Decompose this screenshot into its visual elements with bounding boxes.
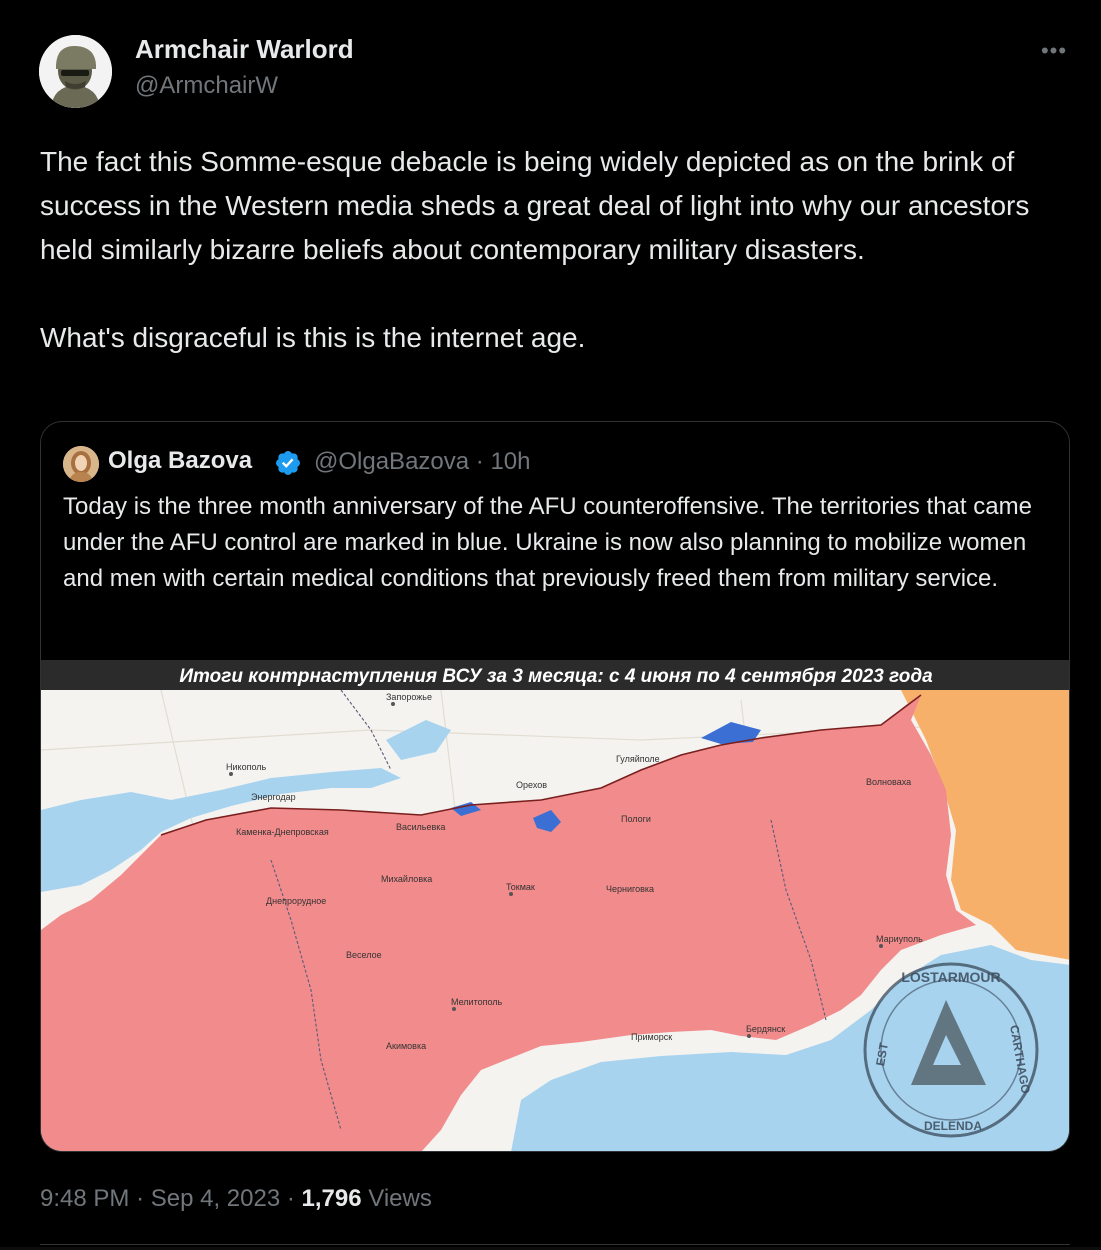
views-count: 1,796 xyxy=(301,1185,362,1212)
tweet-date[interactable]: Sep 4, 2023 xyxy=(151,1185,280,1212)
map-city-label: Запорожье xyxy=(386,692,432,702)
watermark-word: LOSTARMOUR xyxy=(901,969,1000,985)
views-label: Views xyxy=(368,1185,432,1212)
map-city-label: Михайловка xyxy=(381,874,432,884)
map-city-label: Васильевка xyxy=(396,822,445,832)
author-handle[interactable]: @ArmchairW xyxy=(135,72,278,100)
soldier-avatar-icon xyxy=(39,35,112,108)
author-avatar[interactable] xyxy=(39,35,112,108)
map-city-label: Никополь xyxy=(226,762,267,772)
counteroffensive-map-image[interactable]: Итоги контрнаступления ВСУ за 3 месяца: … xyxy=(41,660,1069,1151)
map-city-label: Энергодар xyxy=(251,792,296,802)
portrait-avatar-icon xyxy=(63,446,99,482)
map-city-label: Веселое xyxy=(346,950,382,960)
map-city-label: Приморск xyxy=(631,1032,672,1042)
quoted-author-name[interactable]: Olga Bazova xyxy=(108,447,252,475)
tweet-paragraph: The fact this Somme-esque debacle is bei… xyxy=(40,146,1030,265)
map-city-label: Волноваха xyxy=(866,777,911,787)
map-city-label: Бердянск xyxy=(746,1024,785,1034)
tweet-meta: 9:48 PM · Sep 4, 2023 · 1,796 Views xyxy=(40,1185,432,1213)
map-city-label: Черниговка xyxy=(606,884,654,894)
map-city-label: Днепрорудное xyxy=(266,896,326,906)
quoted-author-avatar[interactable] xyxy=(63,446,99,482)
tweet-text: The fact this Somme-esque debacle is bei… xyxy=(40,140,1070,360)
map-city-label: Мариуполь xyxy=(876,934,923,944)
more-options-icon[interactable]: ••• xyxy=(1038,38,1070,63)
map-city-label: Пологи xyxy=(621,814,651,824)
map-title: Итоги контрнаступления ВСУ за 3 месяца: … xyxy=(179,666,933,687)
map-city-label: Орехов xyxy=(516,780,547,790)
map-city-label: Мелитополь xyxy=(451,997,503,1007)
map-city-label: Гуляйполе xyxy=(616,754,660,764)
separator-dot: · xyxy=(475,448,484,475)
author-name[interactable]: Armchair Warlord xyxy=(135,34,354,65)
quoted-tweet-age[interactable]: 10h xyxy=(490,448,530,475)
quoted-author-handle[interactable]: @OlgaBazova xyxy=(314,448,469,475)
map-city-label: Акимовка xyxy=(386,1041,426,1051)
verified-badge-icon xyxy=(274,449,302,477)
separator-dot: · xyxy=(286,1185,295,1212)
divider xyxy=(40,1244,1070,1245)
quoted-tweet-text: Today is the three month anniversary of … xyxy=(63,493,1032,592)
tweet-time[interactable]: 9:48 PM xyxy=(40,1185,129,1212)
separator-dot: · xyxy=(136,1185,145,1212)
map-city-label: Каменка-Днепровская xyxy=(236,827,329,837)
quoted-tweet-card[interactable]: Olga Bazova @OlgaBazova · 10h Today is t… xyxy=(40,421,1070,1152)
map-graphic: Итоги контрнаступления ВСУ за 3 месяца: … xyxy=(41,660,1069,1151)
map-city-label: Токмак xyxy=(506,882,535,892)
quoted-handle-and-age: @OlgaBazova · 10h xyxy=(314,448,531,476)
watermark-word: DELENDA xyxy=(924,1119,982,1133)
tweet-paragraph: What's disgraceful is this is the intern… xyxy=(40,322,586,353)
